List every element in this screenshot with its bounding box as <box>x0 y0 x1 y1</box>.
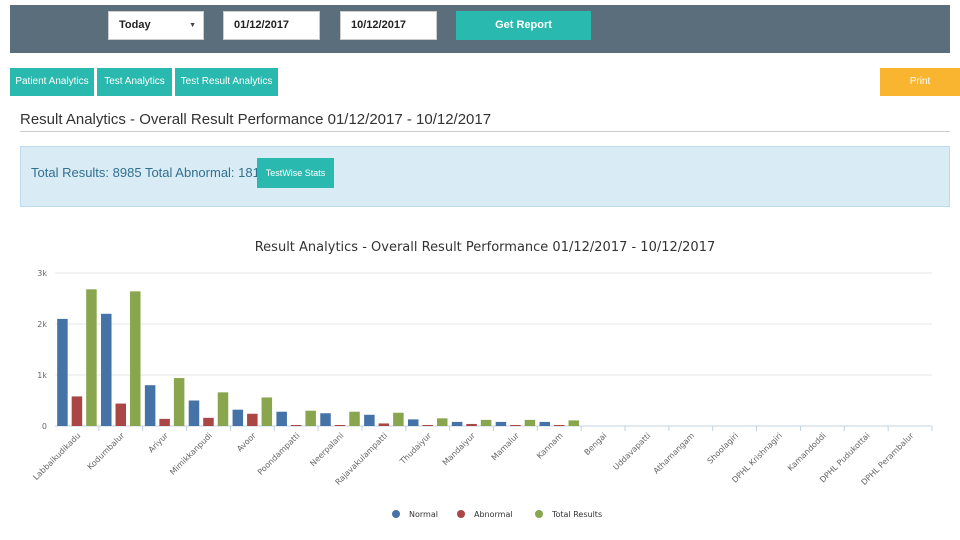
chart-x-labels: Labbaikudikadu Kodumbalur AriyurMimikkanpu… <box>31 426 933 487</box>
print-button[interactable]: Print <box>880 68 960 96</box>
x-tick-label: Shoolagiri <box>706 431 741 466</box>
y-tick-label: 1k <box>37 371 47 380</box>
y-tick-label: 2k <box>37 320 47 329</box>
legend-marker[interactable] <box>457 510 465 518</box>
bar-abnormal[interactable] <box>247 413 258 426</box>
x-tick-label: Athamangam <box>652 431 697 476</box>
bar-total-results[interactable] <box>568 420 580 426</box>
bar-normal[interactable] <box>451 421 463 426</box>
bar-normal[interactable] <box>188 400 200 427</box>
period-select[interactable]: Today ▼ <box>108 11 204 40</box>
x-tick-label: Mamalur <box>490 431 522 463</box>
bar-normal[interactable] <box>276 411 287 426</box>
legend-label[interactable]: Normal <box>409 510 438 519</box>
bar-normal[interactable] <box>57 318 68 426</box>
bar-total-results[interactable] <box>393 412 404 426</box>
bar-normal[interactable] <box>539 421 551 426</box>
bar-total-results[interactable] <box>130 291 141 426</box>
bar-total-results[interactable] <box>524 419 536 426</box>
result-chart: Result Analytics - Overall Result Perfor… <box>31 240 933 519</box>
from-date-field[interactable]: 01/12/2017 <box>223 11 320 40</box>
y-tick-label: 3k <box>37 269 47 278</box>
bar-total-results[interactable] <box>173 378 185 426</box>
legend-label[interactable]: Abnormal <box>474 510 513 519</box>
bar-normal[interactable] <box>232 409 244 426</box>
chart-legend: Normal Abnormal Total Results <box>392 510 602 519</box>
bar-abnormal[interactable] <box>510 424 521 426</box>
x-tick-label: Thudaiyur <box>398 431 434 467</box>
chart-title: Result Analytics - Overall Result Perfor… <box>255 240 716 255</box>
legend-marker[interactable] <box>392 510 400 518</box>
bar-normal[interactable] <box>495 421 507 426</box>
x-tick-label: Ariyur <box>147 431 171 455</box>
x-tick-label: Bengai <box>583 431 609 457</box>
bar-abnormal[interactable] <box>71 396 83 426</box>
page-title: Result Analytics - Overall Result Perfor… <box>20 111 492 128</box>
bar-total-results[interactable] <box>305 410 316 426</box>
x-tick-label: Mandaiyur <box>441 431 478 468</box>
title-divider <box>20 131 950 132</box>
tab-test-result-analytics[interactable]: Test Result Analytics <box>175 68 278 96</box>
bar-abnormal[interactable] <box>422 424 433 426</box>
x-tick-label: Labbaikudikadu <box>31 431 82 482</box>
period-select-value: Today <box>119 19 151 31</box>
top-toolbar: Today ▼ 01/12/2017 10/12/2017 Get Report <box>10 5 950 53</box>
bar-abnormal[interactable] <box>554 424 565 426</box>
to-date-value: 10/12/2017 <box>351 19 407 31</box>
bar-normal[interactable] <box>407 419 419 426</box>
x-tick-label: Poondampatti <box>256 431 302 477</box>
bar-total-results[interactable] <box>480 419 492 426</box>
bar-normal[interactable] <box>101 313 112 426</box>
bar-total-results[interactable] <box>436 418 448 426</box>
x-tick-label: Mimikkanpudi <box>168 431 214 477</box>
chart-grid: 0 1k 2k 3k <box>37 269 932 431</box>
bar-normal[interactable] <box>320 413 331 426</box>
bar-normal[interactable] <box>144 385 156 426</box>
bar-total-results[interactable] <box>86 289 97 426</box>
tab-patient-analytics[interactable]: Patient Analytics <box>10 68 94 96</box>
x-tick-label: Kannam <box>535 431 565 461</box>
bar-abnormal[interactable] <box>378 423 390 426</box>
bar-abnormal[interactable] <box>203 417 214 426</box>
x-tick-label: Avoor <box>235 431 258 454</box>
bar-abnormal[interactable] <box>290 424 302 426</box>
y-tick-label: 0 <box>42 422 47 431</box>
bar-total-results[interactable] <box>349 411 360 426</box>
bar-total-results[interactable] <box>217 392 229 426</box>
x-tick-label: Uddavapatti <box>611 431 652 472</box>
legend-label[interactable]: Total Results <box>551 510 602 519</box>
bar-abnormal[interactable] <box>334 424 346 426</box>
legend-marker[interactable] <box>535 510 543 518</box>
stats-panel: Total Results: 8985 Total Abnormal: 1818… <box>20 146 950 207</box>
to-date-field[interactable]: 10/12/2017 <box>340 11 437 40</box>
bar-abnormal[interactable] <box>159 418 170 426</box>
get-report-button[interactable]: Get Report <box>456 11 591 40</box>
x-tick-label: Kodumbalur <box>86 431 127 472</box>
dropdown-caret-icon: ▼ <box>189 22 196 29</box>
bar-total-results[interactable] <box>261 397 273 426</box>
testwise-stats-button[interactable]: TestWise Stats <box>257 158 334 188</box>
bar-normal[interactable] <box>364 414 375 426</box>
bar-abnormal[interactable] <box>466 423 477 426</box>
tab-test-analytics[interactable]: Test Analytics <box>97 68 172 96</box>
chart-bars <box>57 289 580 427</box>
from-date-value: 01/12/2017 <box>234 19 290 31</box>
x-tick-label: Neerpalani <box>308 431 345 468</box>
bar-abnormal[interactable] <box>115 403 127 426</box>
x-tick-label: Kamandoddi <box>786 431 828 473</box>
stats-summary: Total Results: 8985 Total Abnormal: 1818 <box>31 165 268 180</box>
